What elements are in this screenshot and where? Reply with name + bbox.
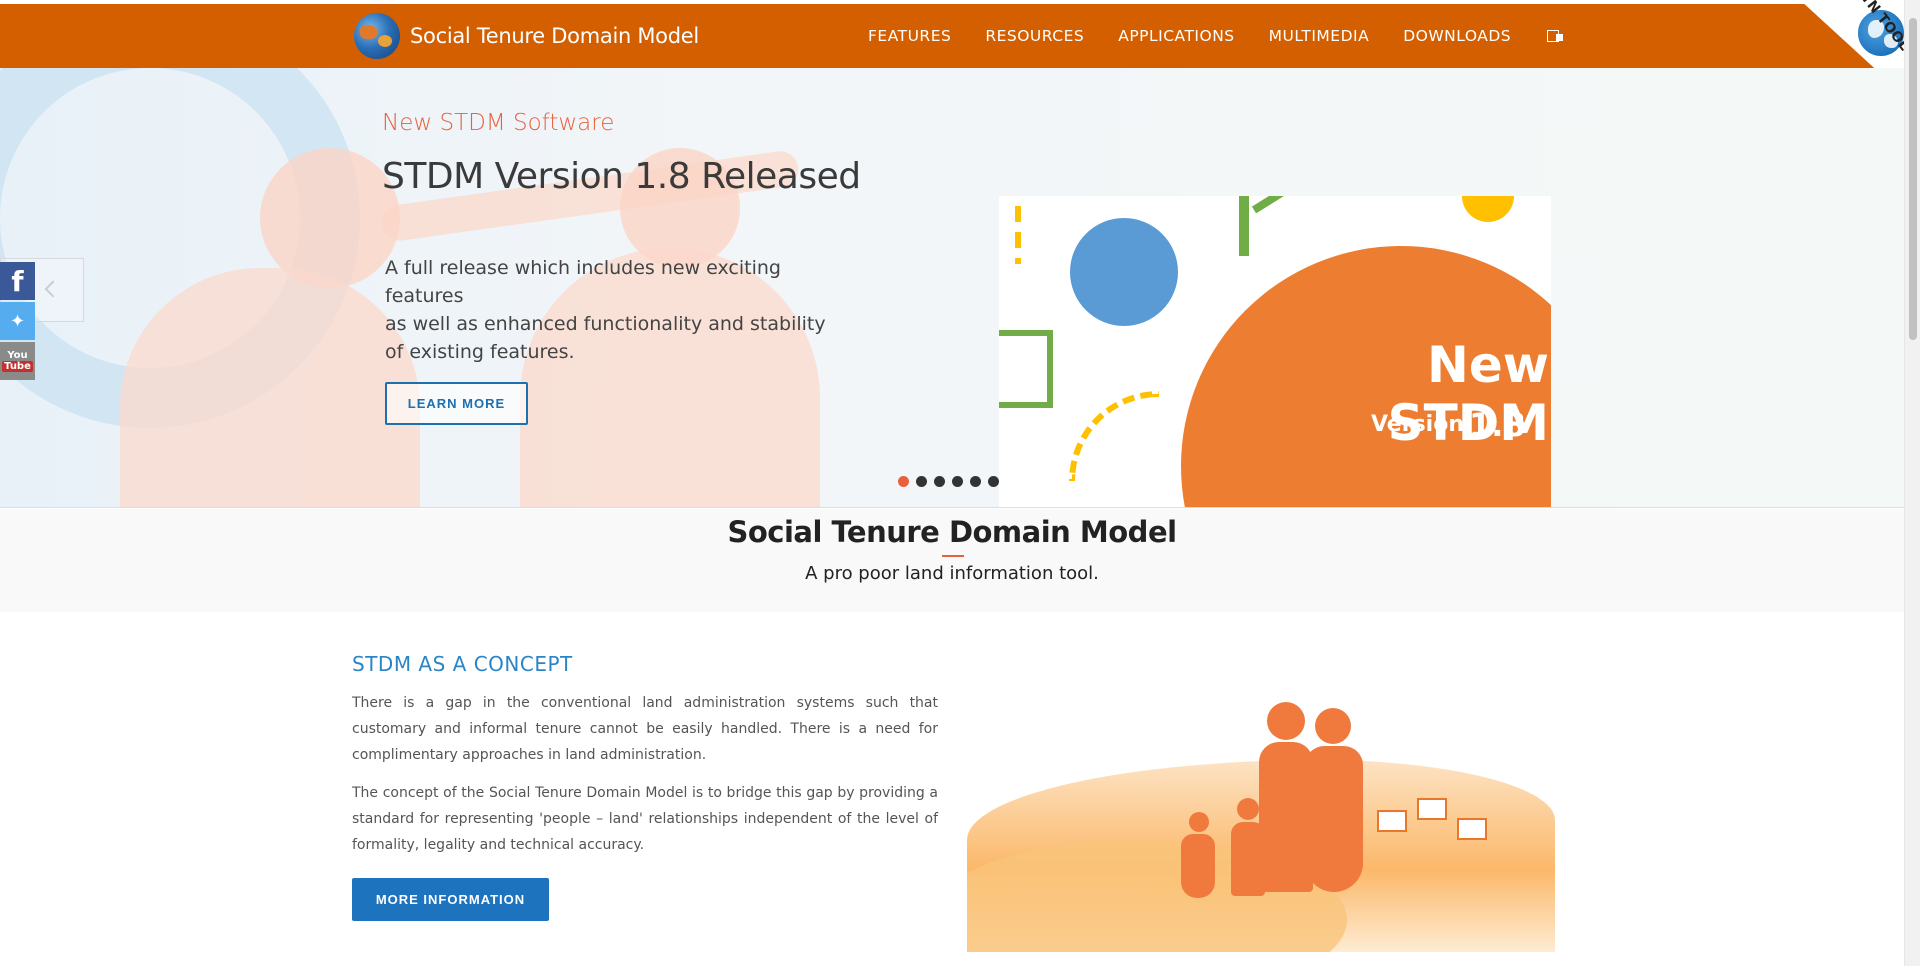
- hero-title: STDM Version 1.8 Released: [382, 156, 861, 197]
- illustration-house: [1457, 818, 1487, 840]
- slider-dot[interactable]: [988, 476, 999, 487]
- slider-dot[interactable]: [970, 476, 981, 487]
- hero-stdm-graphic: New STDM Version 1.8: [999, 196, 1551, 507]
- intro-section: Social Tenure Domain Model A pro poor la…: [0, 509, 1904, 612]
- language-icon[interactable]: [1547, 30, 1564, 42]
- slider-dot[interactable]: [898, 476, 909, 487]
- youtube-icon-bottom: Tube: [2, 361, 33, 372]
- brand-title: Social Tenure Domain Model: [410, 24, 699, 48]
- nav-applications[interactable]: APPLICATIONS: [1118, 27, 1234, 45]
- illustration-house: [1417, 798, 1447, 820]
- nav-multimedia[interactable]: MULTIMEDIA: [1269, 27, 1370, 45]
- youtube-icon-top: You: [7, 350, 28, 361]
- slider-dot[interactable]: [916, 476, 927, 487]
- youtube-icon[interactable]: You Tube: [0, 342, 35, 380]
- facebook-icon[interactable]: f: [0, 262, 35, 300]
- art-yellow-circle: [1462, 196, 1514, 222]
- twitter-icon[interactable]: ✦: [0, 302, 35, 340]
- art-blue-circle: [1070, 218, 1178, 326]
- art-yellow-arc: [1069, 391, 1159, 481]
- page: Social Tenure Domain Model FEATURES RESO…: [0, 0, 1920, 966]
- illustration-person-body: [1231, 822, 1265, 896]
- art-version-label: Version: [1370, 412, 1464, 437]
- intro-title: Social Tenure Domain Model: [727, 515, 1177, 549]
- scrollbar-thumb[interactable]: [1909, 18, 1917, 340]
- illustration-person-head: [1237, 798, 1259, 820]
- illustration-person-head: [1315, 708, 1351, 744]
- hero-bg-head: [260, 148, 400, 288]
- intro-divider: [942, 555, 964, 557]
- illustration-person-body: [1305, 746, 1363, 892]
- nav-resources[interactable]: RESOURCES: [985, 27, 1084, 45]
- illustration-person-head: [1267, 702, 1305, 740]
- art-version-number: 1.8: [1469, 406, 1526, 444]
- art-yellow-dashes: [1015, 206, 1021, 264]
- globe-logo-icon: [354, 13, 400, 59]
- hero-description-line: A full release which includes new exciti…: [385, 257, 781, 307]
- art-green-line: [1239, 196, 1249, 256]
- concept-paragraph: There is a gap in the conventional land …: [352, 695, 938, 763]
- slider-dot[interactable]: [934, 476, 945, 487]
- nav-downloads[interactable]: DOWNLOADS: [1403, 27, 1511, 45]
- intro-subtitle: A pro poor land information tool.: [805, 563, 1099, 584]
- hero-description-line: as well as enhanced functionality and st…: [385, 313, 826, 335]
- concept-paragraph: The concept of the Social Tenure Domain …: [352, 785, 938, 853]
- page-scrollbar[interactable]: [1904, 0, 1920, 966]
- brand-link[interactable]: Social Tenure Domain Model: [354, 13, 699, 59]
- illustration-house: [1377, 810, 1407, 832]
- hero-subtitle: New STDM Software: [382, 110, 615, 136]
- illustration-person-body: [1181, 834, 1215, 898]
- hero-bg-figure: [120, 268, 420, 507]
- navbar: Social Tenure Domain Model FEATURES RESO…: [0, 4, 1904, 68]
- main-nav: FEATURES RESOURCES APPLICATIONS MULTIMED…: [868, 4, 1564, 68]
- hero-description: A full release which includes new exciti…: [385, 254, 865, 366]
- family-illustration: [967, 690, 1555, 952]
- slider-dot[interactable]: [952, 476, 963, 487]
- concept-title: STDM AS A CONCEPT: [352, 652, 573, 676]
- learn-more-button[interactable]: LEARN MORE: [385, 382, 528, 425]
- social-sidebar: f ✦ You Tube: [0, 262, 35, 382]
- hero-slider: New STDM Software STDM Version 1.8 Relea…: [0, 68, 1904, 508]
- more-information-button[interactable]: MORE INFORMATION: [352, 878, 549, 921]
- hero-description-line: of existing features.: [385, 341, 575, 363]
- art-green-line: [1251, 196, 1358, 214]
- illustration-person-head: [1189, 812, 1209, 832]
- art-green-bracket: [999, 330, 1053, 408]
- nav-features[interactable]: FEATURES: [868, 27, 951, 45]
- slider-pagination: [898, 476, 1006, 487]
